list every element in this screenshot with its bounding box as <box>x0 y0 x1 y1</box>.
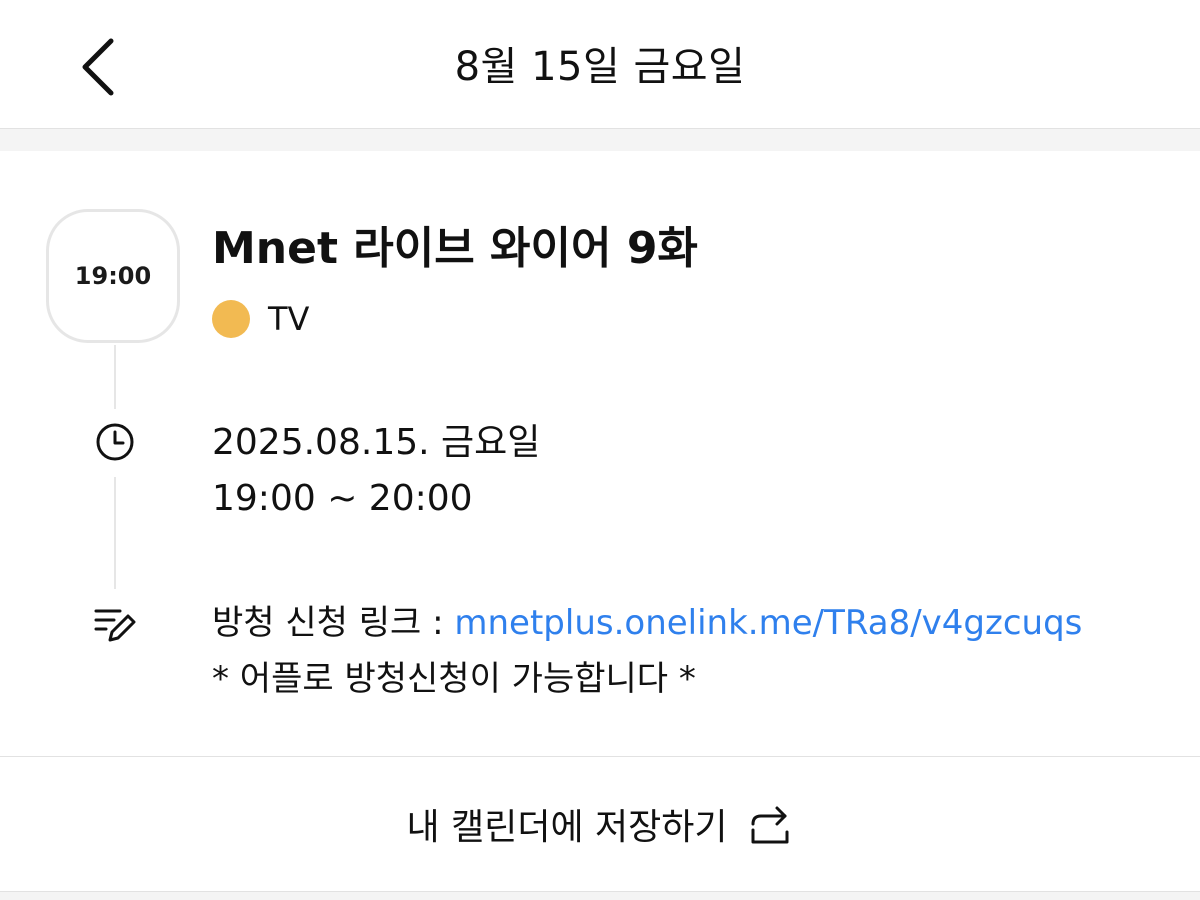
header-bar: 8월 15일 금요일 <box>0 0 1200 129</box>
memo-edit-icon <box>90 599 140 649</box>
save-to-calendar-label: 내 캘린더에 저장하기 <box>406 807 728 848</box>
timeline-connector <box>114 477 116 589</box>
save-to-calendar-button[interactable]: 내 캘린더에 저장하기 <box>0 757 1200 891</box>
event-detail: 19:00 Mnet 라이브 와이어 9화 TV 2025.08.15. 금요일… <box>0 151 1200 756</box>
time-badge: 19:00 <box>46 209 180 343</box>
event-date: 2025.08.15. 금요일 <box>212 422 541 463</box>
event-datetime: 2025.08.15. 금요일 19:00 ~ 20:00 <box>212 415 540 527</box>
event-memo: 방청 신청 링크 : mnetplus.onelink.me/TRa8/v4gz… <box>212 595 1082 707</box>
event-title: Mnet 라이브 와이어 9화 <box>212 223 698 274</box>
memo-link-line: 방청 신청 링크 : mnetplus.onelink.me/TRa8/v4gz… <box>212 595 1082 651</box>
share-arrow-icon <box>751 806 789 844</box>
event-category: TV <box>212 297 309 341</box>
memo-link-prefix: 방청 신청 링크 : <box>212 603 455 643</box>
category-color-dot <box>212 300 250 338</box>
memo-note: * 어플로 방청신청이 가능합니다 * <box>212 659 696 699</box>
category-label: TV <box>268 300 310 338</box>
registration-link[interactable]: mnetplus.onelink.me/TRa8/v4gzcuqs <box>454 603 1082 643</box>
page-title: 8월 15일 금요일 <box>454 44 746 90</box>
clock-icon <box>90 417 140 467</box>
timeline-connector <box>114 345 116 409</box>
section-separator <box>0 129 1200 151</box>
event-time-range: 19:00 ~ 20:00 <box>212 478 473 519</box>
bottom-separator <box>0 891 1200 900</box>
